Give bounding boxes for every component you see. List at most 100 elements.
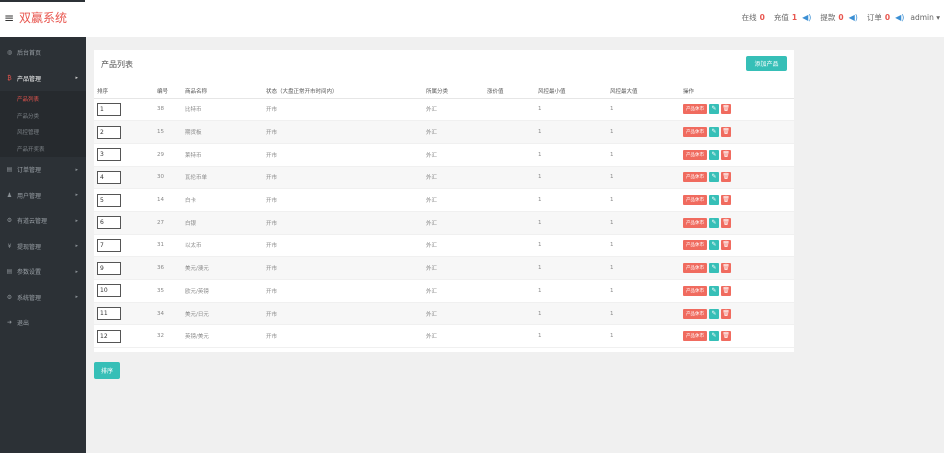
speaker-icon[interactable]: ◀) bbox=[802, 13, 811, 22]
sidebar-subitem-3[interactable]: 产品开奖表 bbox=[0, 140, 86, 157]
trash-icon[interactable]: 🗑 bbox=[721, 195, 731, 206]
bitcoin-icon: ₿ bbox=[7, 74, 12, 82]
edit-icon[interactable]: ✎ bbox=[709, 172, 719, 183]
close-market-button[interactable]: 产品休市 bbox=[683, 195, 707, 206]
trash-icon[interactable]: 🗑 bbox=[721, 331, 731, 342]
sidebar-item-0[interactable]: ◍ 后台首页 bbox=[0, 40, 86, 66]
sort-order-input[interactable] bbox=[97, 148, 121, 162]
cell-id: 32 bbox=[154, 324, 182, 349]
sort-submit-button[interactable]: 排序 bbox=[94, 362, 120, 379]
cell-status: 开市 bbox=[263, 256, 423, 280]
sort-order-input[interactable] bbox=[97, 216, 121, 230]
trash-icon[interactable]: 🗑 bbox=[721, 172, 731, 183]
close-market-button[interactable]: 产品休市 bbox=[683, 285, 707, 296]
cell-category: 外汇 bbox=[423, 234, 484, 258]
close-market-button[interactable]: 产品休市 bbox=[683, 127, 707, 138]
cell-rise bbox=[484, 188, 535, 212]
sidebar-item-8[interactable]: ➜ 退出 bbox=[0, 310, 86, 336]
sidebar-subitem-0[interactable]: 产品列表 bbox=[0, 91, 86, 108]
speaker-icon[interactable]: ◀) bbox=[849, 13, 858, 22]
speaker-icon[interactable]: ◀) bbox=[895, 13, 904, 22]
close-market-button[interactable]: 产品休市 bbox=[683, 149, 707, 160]
sidebar-item-4[interactable]: ⚙ 有道云管理 ▸ bbox=[0, 208, 86, 234]
edit-icon[interactable]: ✎ bbox=[709, 285, 719, 296]
sort-order-input[interactable] bbox=[97, 125, 121, 139]
table-row: 15期货板开市外汇11产品休市✎🗑 bbox=[94, 120, 794, 144]
close-market-button[interactable]: 产品休市 bbox=[683, 308, 707, 319]
close-market-button[interactable]: 产品休市 bbox=[683, 240, 707, 251]
chevron-right-icon: ▸ bbox=[75, 217, 78, 224]
add-product-button[interactable]: 添加产品 bbox=[746, 56, 787, 71]
stat-orders[interactable]: 订单 0 ◀) bbox=[867, 12, 905, 23]
sort-cell bbox=[94, 279, 154, 303]
edit-icon[interactable]: ✎ bbox=[709, 149, 719, 160]
sidebar-item-label: 系统管理 bbox=[17, 294, 42, 302]
edit-icon[interactable]: ✎ bbox=[709, 263, 719, 274]
edit-icon[interactable]: ✎ bbox=[709, 308, 719, 319]
trash-icon[interactable]: 🗑 bbox=[721, 240, 731, 251]
close-market-button[interactable]: 产品休市 bbox=[683, 331, 707, 342]
sidebar-item-label: 用户管理 bbox=[17, 192, 42, 200]
edit-icon[interactable]: ✎ bbox=[709, 217, 719, 228]
close-market-button[interactable]: 产品休市 bbox=[683, 263, 707, 274]
edit-icon[interactable]: ✎ bbox=[709, 104, 719, 115]
cell-rise bbox=[484, 98, 535, 122]
cell-rise bbox=[484, 120, 535, 144]
sort-order-input[interactable] bbox=[97, 261, 121, 275]
cell-id: 34 bbox=[154, 302, 182, 326]
cell-min: 1 bbox=[535, 143, 607, 167]
sort-order-input[interactable] bbox=[97, 238, 121, 252]
trash-icon[interactable]: 🗑 bbox=[721, 217, 731, 228]
sidebar-item-2[interactable]: ▤ 订单管理 ▸ bbox=[0, 157, 86, 183]
sidebar-subitem-1[interactable]: 产品分类 bbox=[0, 107, 86, 124]
trash-icon[interactable]: 🗑 bbox=[721, 149, 731, 160]
list-icon: ▤ bbox=[6, 166, 13, 174]
sidebar-item-6[interactable]: ▤ 参数设置 ▸ bbox=[0, 259, 86, 285]
close-market-button[interactable]: 产品休市 bbox=[683, 172, 707, 183]
sort-order-input[interactable] bbox=[97, 170, 121, 184]
sort-order-input[interactable] bbox=[97, 102, 121, 116]
edit-icon[interactable]: ✎ bbox=[709, 195, 719, 206]
table-header: 排序 编号 商品名称 状态（大盘正常开市时间内） 所属分类 涨价值 风控最小值 风控最大值 操作 bbox=[94, 84, 794, 99]
actions-cell: 产品休市 ✎ 🗑 bbox=[680, 256, 794, 280]
stat-online[interactable]: 在线 0 bbox=[742, 12, 765, 23]
cell-id: 14 bbox=[154, 188, 182, 212]
sidebar-item-5[interactable]: ¥ 提现管理 ▸ bbox=[0, 234, 86, 260]
cell-name: 白卡 bbox=[182, 188, 263, 212]
close-market-button[interactable]: 产品休市 bbox=[683, 104, 707, 115]
column-header: 编号 bbox=[154, 84, 182, 99]
brand-title: 双赢系统 bbox=[19, 11, 68, 25]
user-menu[interactable]: admin ▾ bbox=[910, 13, 940, 22]
cell-max: 1 bbox=[607, 211, 680, 235]
trash-icon[interactable]: 🗑 bbox=[721, 127, 731, 138]
trash-icon[interactable]: 🗑 bbox=[721, 285, 731, 296]
stat-withdraw[interactable]: 提款 0 ◀) bbox=[820, 12, 858, 23]
stat-recharge[interactable]: 充值 1 ◀) bbox=[774, 12, 812, 23]
cell-rise bbox=[484, 324, 535, 349]
sort-order-input[interactable] bbox=[97, 284, 121, 298]
close-market-button[interactable]: 产品休市 bbox=[683, 217, 707, 228]
sidebar-item-7[interactable]: ⚙ 系统管理 ▸ bbox=[0, 285, 86, 311]
product-list-panel: 产品列表 添加产品 排序 编号 商品名称 状态（大盘正常开市时间内） 所属分类 涨价值 风控… bbox=[94, 50, 794, 352]
trash-icon[interactable]: 🗑 bbox=[721, 308, 731, 319]
sidebar-item-3[interactable]: ♟ 用户管理 ▸ bbox=[0, 183, 86, 209]
edit-icon[interactable]: ✎ bbox=[709, 127, 719, 138]
trash-icon[interactable]: 🗑 bbox=[721, 263, 731, 274]
menu-toggle-icon[interactable]: ≡ bbox=[4, 12, 14, 24]
trash-icon[interactable]: 🗑 bbox=[721, 104, 731, 115]
actions-cell: 产品休市 ✎ 🗑 bbox=[680, 211, 794, 235]
chevron-right-icon: ▸ bbox=[75, 166, 78, 173]
actions-cell: 产品休市 ✎ 🗑 bbox=[680, 302, 794, 326]
sidebar-subitem-2[interactable]: 风控管理 bbox=[0, 124, 86, 141]
sort-order-input[interactable] bbox=[97, 307, 121, 321]
sort-order-input[interactable] bbox=[97, 193, 121, 207]
edit-icon[interactable]: ✎ bbox=[709, 331, 719, 342]
sort-order-input[interactable] bbox=[97, 329, 121, 343]
cell-name: 欧元/英镑 bbox=[182, 279, 263, 303]
edit-icon[interactable]: ✎ bbox=[709, 240, 719, 251]
sidebar-item-1[interactable]: ₿ 产品管理 ▸ bbox=[0, 66, 86, 92]
table-row: 14白卡开市外汇11产品休市✎🗑 bbox=[94, 188, 794, 212]
cell-status: 开市 bbox=[263, 98, 423, 122]
table-row: 27白银开市外汇11产品休市✎🗑 bbox=[94, 211, 794, 235]
sort-cell bbox=[94, 143, 154, 167]
